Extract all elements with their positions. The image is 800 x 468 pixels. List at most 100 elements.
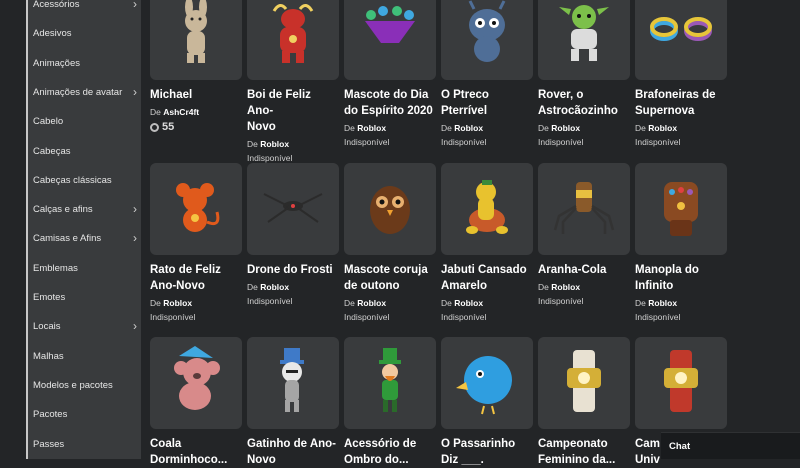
sidebar-item-cabelo[interactable]: Cabelo: [28, 107, 141, 136]
catalog-item-card[interactable]: Boi de Feliz Ano- Novo De Roblox Indisponív…: [247, 0, 339, 163]
creator-name-link[interactable]: Roblox: [648, 123, 677, 133]
sidebar-item-label: Passes: [33, 438, 65, 450]
item-thumbnail[interactable]: [150, 337, 242, 429]
sidebar-item-animacoes[interactable]: Animações: [28, 49, 141, 78]
item-name[interactable]: Acessório de Ombro do...: [344, 436, 436, 468]
catalog-item-card[interactable]: Acessório de Ombro do...: [344, 337, 436, 468]
item-name[interactable]: Mascote do Dia do Espírito 2020: [344, 87, 436, 119]
item-name[interactable]: Aranha-Cola: [538, 262, 630, 278]
item-name[interactable]: Rato de Feliz Ano-Novo: [150, 262, 242, 294]
sidebar-item-animacoes-de-avatar[interactable]: Animações de avatar ›: [28, 78, 141, 107]
chat-button[interactable]: Chat: [661, 432, 800, 459]
monster-icon: [452, 0, 522, 72]
item-thumbnail[interactable]: [538, 337, 630, 429]
item-thumbnail[interactable]: [344, 0, 436, 80]
catalog-item-card[interactable]: Jabuti Cansado Amarelo De Roblox Indisponív…: [441, 163, 533, 322]
bracelets-icon: [646, 0, 716, 72]
sidebar-item-malhas[interactable]: Malhas: [28, 342, 141, 371]
creator-prefix: De: [150, 298, 161, 308]
creator-name-link[interactable]: Roblox: [454, 123, 483, 133]
creator-name-link[interactable]: Roblox: [163, 298, 192, 308]
item-name-line: de outono: [344, 280, 400, 292]
catalog-item-card[interactable]: Mascote do Dia do Espírito 2020 De Roblox I…: [344, 0, 436, 147]
creator-name-link[interactable]: Roblox: [454, 298, 483, 308]
creator-name-link[interactable]: Roblox: [648, 298, 677, 308]
creator-prefix: De: [344, 123, 355, 133]
creator-name-link[interactable]: Roblox: [357, 123, 386, 133]
item-thumbnail[interactable]: [538, 163, 630, 255]
creator-name-link[interactable]: Roblox: [551, 123, 580, 133]
item-name-line: Supernova: [635, 105, 695, 117]
item-name-line: Infinito: [635, 280, 674, 292]
item-thumbnail[interactable]: [247, 163, 339, 255]
item-name[interactable]: Jabuti Cansado Amarelo: [441, 262, 533, 294]
item-name[interactable]: Brafoneiras de Supernova: [635, 87, 727, 119]
item-name[interactable]: O Ptreco Pterrível: [441, 87, 533, 119]
item-name[interactable]: Boi de Feliz Ano- Novo: [247, 87, 339, 135]
sidebar-item-camisas-e-afins[interactable]: Camisas e Afins ›: [28, 224, 141, 253]
item-thumbnail[interactable]: [247, 0, 339, 80]
item-thumbnail[interactable]: [538, 0, 630, 80]
catalog-item-card[interactable]: Manopla do Infinito De Roblox Indisponível: [635, 163, 727, 322]
sidebar-item-adesivos[interactable]: Adesivos: [28, 19, 141, 48]
sidebar-item-cabecas[interactable]: Cabeças: [28, 137, 141, 166]
sidebar-item-acessorios[interactable]: Acessórios ›: [28, 0, 141, 19]
item-thumbnail[interactable]: [441, 337, 533, 429]
item-name-line: Rover, o: [538, 89, 584, 101]
catalog-item-card[interactable]: Rover, o Astrocãozinho De Roblox Indisponív…: [538, 0, 630, 147]
item-name[interactable]: Campeonato Feminino da...: [538, 436, 630, 468]
sidebar-item-modelos-e-pacotes[interactable]: Modelos e pacotes: [28, 371, 141, 400]
catalog-item-card[interactable]: Drone do Frosti De Roblox Indisponível: [247, 163, 339, 306]
catalog-item-card[interactable]: Brafoneiras de Supernova De Roblox Indispon…: [635, 0, 727, 147]
item-name[interactable]: Coala Dorminhoco...: [150, 436, 242, 468]
item-thumbnail[interactable]: [635, 337, 727, 429]
catalog-item-card[interactable]: Michael De AshCr4ft 55: [150, 0, 242, 133]
sidebar-item-label: Animações: [33, 57, 80, 69]
item-thumbnail[interactable]: [344, 337, 436, 429]
sidebar-item-emotes[interactable]: Emotes: [28, 283, 141, 312]
creator-name-link[interactable]: Roblox: [357, 298, 386, 308]
catalog-item-card[interactable]: Mascote coruja de outono De Roblox Indispon…: [344, 163, 436, 322]
item-thumbnail[interactable]: [150, 0, 242, 80]
sidebar-item-cabecas-classicas[interactable]: Cabeças clássicas: [28, 166, 141, 195]
item-name-line: Mascote coruja: [344, 264, 428, 276]
koala-icon: [161, 345, 231, 421]
item-name[interactable]: Drone do Frosti: [247, 262, 339, 278]
creator-name-link[interactable]: Roblox: [551, 282, 580, 292]
item-thumbnail[interactable]: [635, 0, 727, 80]
item-name-line: do Espírito 2020: [344, 105, 433, 117]
sidebar-item-passes[interactable]: Passes: [28, 430, 141, 459]
creator-prefix: De: [247, 139, 258, 149]
item-thumbnail[interactable]: [150, 163, 242, 255]
item-thumbnail[interactable]: [441, 163, 533, 255]
item-price: 55: [150, 121, 242, 133]
creator-name-link[interactable]: Roblox: [260, 282, 289, 292]
item-status: Indisponível: [635, 137, 681, 147]
creator-name-link[interactable]: AshCr4ft: [163, 107, 199, 117]
item-thumbnail[interactable]: [441, 0, 533, 80]
sidebar-item-locais[interactable]: Locais ›: [28, 312, 141, 341]
item-name[interactable]: Michael: [150, 87, 242, 103]
catalog-item-card[interactable]: Aranha-Cola De Roblox Indisponível: [538, 163, 630, 306]
item-name[interactable]: Mascote coruja de outono: [344, 262, 436, 294]
sidebar-item-calcas-e-afins[interactable]: Calças e afins ›: [28, 195, 141, 224]
catalog-item-card[interactable]: O Ptreco Pterrível De Roblox Indisponível: [441, 0, 533, 147]
sidebar-item-pacotes[interactable]: Pacotes: [28, 400, 141, 429]
item-name[interactable]: Rover, o Astrocãozinho: [538, 87, 630, 119]
item-thumbnail[interactable]: [247, 337, 339, 429]
catalog-item-card[interactable]: Rato de Feliz Ano-Novo De Roblox Indisponív…: [150, 163, 242, 322]
sidebar-item-label: Locais: [33, 321, 61, 333]
item-thumbnail[interactable]: [635, 163, 727, 255]
spirit-mascot-icon: [355, 0, 425, 72]
sidebar-item-label: Emblemas: [33, 262, 78, 274]
item-name[interactable]: O Passarinho Diz ___.: [441, 436, 533, 468]
catalog-item-card[interactable]: O Passarinho Diz ___.: [441, 337, 533, 468]
catalog-item-card[interactable]: Coala Dorminhoco...: [150, 337, 242, 468]
item-name[interactable]: Manopla do Infinito: [635, 262, 727, 294]
creator-name-link[interactable]: Roblox: [260, 139, 289, 149]
item-thumbnail[interactable]: [344, 163, 436, 255]
catalog-item-card[interactable]: Gatinho de Ano- Novo: [247, 337, 339, 468]
catalog-item-card[interactable]: Campeonato Feminino da...: [538, 337, 630, 468]
item-name[interactable]: Gatinho de Ano- Novo: [247, 436, 339, 468]
sidebar-item-emblemas[interactable]: Emblemas: [28, 254, 141, 283]
